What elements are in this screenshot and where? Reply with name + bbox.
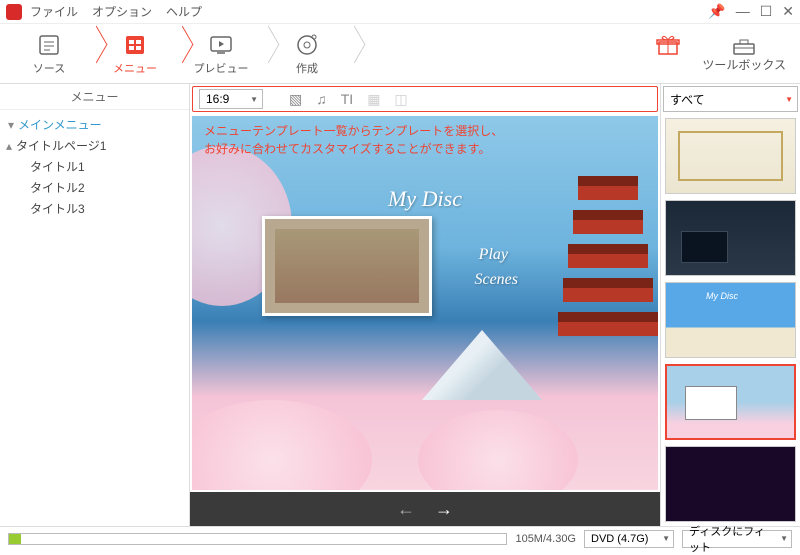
left-panel-header: メニュー (0, 84, 189, 110)
tree-titlepage-label: タイトルページ1 (16, 137, 106, 154)
window-controls: 📌 — ☐ ✕ (708, 3, 794, 20)
music-icon[interactable]: ♫ (316, 91, 327, 108)
text-icon[interactable]: TI (341, 91, 353, 108)
app-logo-icon (6, 4, 22, 20)
template-panel: すべて (660, 84, 800, 526)
preview-icon (208, 32, 234, 58)
disc-type-select[interactable]: DVD (4.7G) (584, 530, 674, 548)
blossom-decoration (418, 410, 578, 490)
fit-select[interactable]: ディスクにフィット (682, 530, 792, 548)
menu-icon (122, 32, 148, 58)
status-bar: 105M/4.30G DVD (4.7G) ディスクにフィット (0, 526, 800, 550)
prev-arrow-icon[interactable]: ← (397, 499, 415, 520)
image-icon[interactable]: ▧ (289, 91, 302, 108)
template-item[interactable] (665, 282, 796, 358)
template-item[interactable] (665, 200, 796, 276)
page-nav: ← → (190, 492, 660, 526)
aspect-ratio-select[interactable]: 16:9 (199, 89, 263, 109)
toolbox-icon (730, 34, 758, 56)
tree-item[interactable]: タイトル3 (0, 198, 189, 219)
tree-item[interactable]: タイトル1 (0, 156, 189, 177)
step-source-label: ソース (33, 60, 65, 76)
template-item[interactable] (665, 364, 796, 440)
next-arrow-icon[interactable]: → (435, 499, 453, 520)
mountain-decoration (422, 330, 542, 400)
source-icon (36, 32, 62, 58)
step-source[interactable]: ソース (14, 32, 84, 76)
main-body: メニュー ▾メインメニュー ▴タイトルページ1 タイトル1 タイトル2 タイトル… (0, 84, 800, 526)
step-menu[interactable]: メニュー (100, 32, 170, 76)
workflow-toolbar: ソース メニュー プレビュー 作成 ツールボックス (0, 24, 800, 84)
disc-usage-bar (8, 533, 507, 545)
menu-help[interactable]: ヘルプ (166, 3, 202, 20)
create-icon (294, 32, 320, 58)
scenes-button[interactable]: Scenes (474, 271, 518, 289)
tree-titlepage[interactable]: ▴タイトルページ1 (0, 135, 189, 156)
tree-root[interactable]: ▾メインメニュー (0, 114, 189, 135)
toolbox-label: ツールボックス (702, 56, 786, 73)
minimize-icon[interactable]: — (736, 3, 750, 20)
step-create-label: 作成 (296, 60, 318, 76)
layer-icon[interactable]: ◫ (394, 91, 407, 108)
template-item[interactable] (665, 446, 796, 522)
play-button[interactable]: Play (479, 246, 508, 264)
title-bar: ファイル オプション ヘルプ 📌 — ☐ ✕ (0, 0, 800, 24)
step-create[interactable]: 作成 (272, 32, 342, 76)
pagoda-decoration (558, 176, 658, 376)
video-thumbnail[interactable] (262, 216, 432, 316)
maximize-icon[interactable]: ☐ (760, 3, 773, 20)
menu-bar: ファイル オプション ヘルプ (30, 3, 202, 20)
disc-usage-text: 105M/4.30G (515, 533, 576, 545)
menu-tree: ▾メインメニュー ▴タイトルページ1 タイトル1 タイトル2 タイトル3 (0, 110, 189, 223)
menu-option[interactable]: オプション (92, 3, 152, 20)
frame-icon[interactable]: ▦ (367, 91, 380, 108)
menu-preview[interactable]: メニューテンプレート一覧からテンプレートを選択し、 お好みに合わせてカスタマイズ… (192, 116, 658, 490)
toolbox-button[interactable]: ツールボックス (702, 34, 786, 73)
template-item[interactable] (665, 118, 796, 194)
step-menu-label: メニュー (113, 60, 157, 76)
step-preview-label: プレビュー (194, 60, 249, 76)
control-bar: 16:9 ▧ ♫ TI ▦ ◫ (192, 86, 658, 112)
gift-button[interactable] (654, 34, 682, 73)
tree-root-label: メインメニュー (18, 116, 102, 133)
left-panel: メニュー ▾メインメニュー ▴タイトルページ1 タイトル1 タイトル2 タイトル… (0, 84, 190, 526)
chevron-icon (84, 24, 100, 84)
template-filter-select[interactable]: すべて (663, 86, 798, 112)
step-preview[interactable]: プレビュー (186, 32, 256, 76)
chevron-icon (170, 24, 186, 84)
tree-item[interactable]: タイトル2 (0, 177, 189, 198)
disc-title[interactable]: My Disc (388, 186, 462, 212)
blossom-decoration (192, 400, 372, 490)
chevron-icon (342, 24, 358, 84)
chevron-icon (256, 24, 272, 84)
close-icon[interactable]: ✕ (782, 3, 794, 20)
help-text: メニューテンプレート一覧からテンプレートを選択し、 お好みに合わせてカスタマイズ… (204, 122, 503, 158)
menu-file[interactable]: ファイル (30, 3, 78, 20)
template-list[interactable] (661, 114, 800, 526)
pin-icon[interactable]: 📌 (708, 3, 725, 20)
center-panel: 16:9 ▧ ♫ TI ▦ ◫ メニューテンプレート一覧からテンプレートを選択し… (190, 84, 660, 526)
gift-icon (654, 34, 682, 56)
